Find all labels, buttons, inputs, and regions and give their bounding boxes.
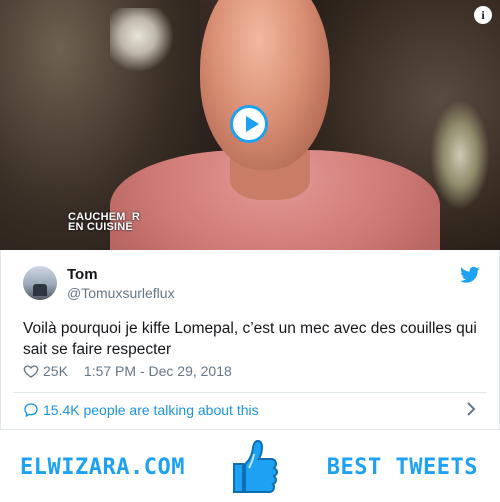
show-logo: CAUCHEM_R EN CUISINE [68,212,140,233]
tweet-card: Tom @Tomuxsurleflux Voilà pourquoi je ki… [0,250,500,430]
site-name[interactable]: ELWIZARA.COM [20,455,185,480]
twitter-bird-icon[interactable] [460,266,480,284]
author-handle[interactable]: @Tomuxsurleflux [67,285,175,301]
promo-banner: ELWIZARA.COM BEST TWEETS [0,430,500,502]
tweet-text: Voilà pourquoi je kiffe Lomepal, c’est u… [23,320,477,358]
tweet-timestamp[interactable]: 1:57 PM - Dec 29, 2018 [84,363,232,379]
avatar[interactable] [23,266,57,300]
video-flowers-left [110,8,180,78]
author-name[interactable]: Tom [67,266,98,283]
heart-icon[interactable] [23,363,39,379]
like-count[interactable]: 25K [43,363,68,379]
speech-bubble-icon [24,403,38,418]
tweet-video[interactable]: CAUCHEM_R EN CUISINE i [0,0,500,250]
best-tweets-label: BEST TWEETS [326,455,478,480]
video-flowers-right [430,100,490,210]
tweet-meta: 25K 1:57 PM - Dec 29, 2018 [23,362,232,380]
info-icon[interactable]: i [474,6,492,24]
play-icon[interactable] [230,105,268,143]
chevron-right-icon[interactable] [465,402,477,416]
conversation-link[interactable]: 15.4K people are talking about this [23,400,259,420]
conversation-link-label: 15.4K people are talking about this [43,402,259,418]
thumbs-up-icon [233,439,278,493]
show-logo-line2: EN CUISINE [68,221,133,233]
video-person-head [200,0,330,170]
divider [13,392,487,393]
